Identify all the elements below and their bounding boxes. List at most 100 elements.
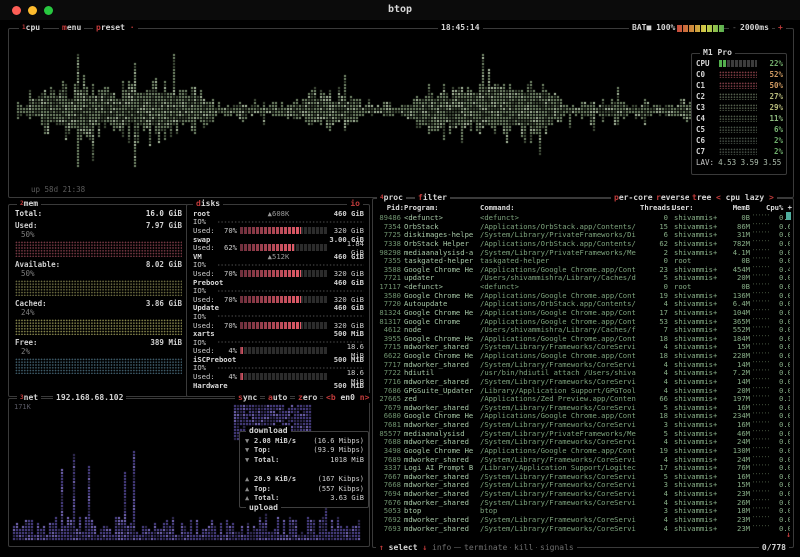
process-row[interactable]: 3955 Google Chrome He /Applications/Goog…	[376, 335, 790, 344]
process-row[interactable]: 98298 mediaanalysisd-a /System/Library/P…	[376, 249, 790, 258]
proc-cpu-mini-graph	[752, 352, 770, 361]
proc-pid: 89486	[376, 214, 404, 223]
net-box-tab[interactable]: 3net	[17, 393, 41, 403]
disk-io-graph	[217, 263, 364, 267]
process-row[interactable]: 7354 OrbStack /Applications/OrbStack.app…	[376, 223, 790, 232]
proc-box-tab[interactable]: 4proc	[377, 193, 406, 203]
proc-program: Logi AI Prompt B	[404, 464, 480, 473]
proc-cpu-mini-graph	[752, 395, 770, 404]
process-row[interactable]: 7717 mdworker_shared /System/Library/Fra…	[376, 361, 790, 370]
process-row[interactable]: 5053 btop btop 3 shivammis+ 18M 0.0	[376, 507, 790, 516]
col-command[interactable]: Command:	[480, 203, 640, 212]
col-program[interactable]: Program:	[404, 203, 480, 212]
proc-mem: 26M	[720, 499, 750, 508]
proc-pid: 81324	[376, 309, 404, 318]
menu-button[interactable]: menu	[59, 23, 84, 33]
col-cpu[interactable]: Cpu% +	[750, 203, 792, 212]
proc-pid: 7720	[376, 300, 404, 309]
process-row[interactable]: 7679 mdworker_shared /System/Library/Fra…	[376, 404, 790, 413]
process-row[interactable]: 7722 hdiutil /usr/bin/hdiutil attach /Us…	[376, 369, 790, 378]
disk-io-line: IO%	[193, 312, 364, 321]
proc-cpu: 0.0	[772, 361, 790, 370]
process-row[interactable]: 3498 Google Chrome He /Applications/Goog…	[376, 447, 790, 456]
preset-button[interactable]: preset ·	[93, 23, 138, 33]
disk-entry: VM ▲512K 460 GiB IO% Used: 70% 320	[193, 252, 364, 278]
process-row[interactable]: 7721 updater /Users/shivammishra/Library…	[376, 274, 790, 283]
proc-program: mdworker_shared	[404, 490, 480, 499]
core-label: C4	[696, 114, 716, 123]
process-row[interactable]: 7686 GPGSuite_Updater /Library/Applicati…	[376, 387, 790, 396]
process-row[interactable]: 7668 mdworker_shared /System/Library/Fra…	[376, 481, 790, 490]
col-threads[interactable]: Threads:	[640, 203, 672, 212]
process-row[interactable]: 7681 mdworker_shared /System/Library/Fra…	[376, 421, 790, 430]
col-mem[interactable]: MemB	[720, 203, 750, 212]
proc-mem: 454M	[720, 266, 750, 275]
scroll-down-icon[interactable]: ↓	[786, 530, 791, 539]
process-row[interactable]: 3337 Logi AI Prompt B /Library/Applicati…	[376, 464, 790, 473]
process-row[interactable]: 7688 mdworker_shared /System/Library/Fra…	[376, 438, 790, 447]
cpu-usage-graph	[15, 51, 695, 169]
process-row[interactable]: 7694 mdworker_shared /System/Library/Fra…	[376, 490, 790, 499]
process-row[interactable]: 7725 diskimages-helpe /System/Library/Pr…	[376, 231, 790, 240]
process-row[interactable]: 85577 mediaanalysisd /System/Library/Pri…	[376, 430, 790, 439]
proc-cpu: 0.0	[772, 430, 790, 439]
process-row[interactable]: 4612 node /Users/shivammishra/Library/Ca…	[376, 326, 790, 335]
reverse-toggle[interactable]: reverse	[653, 193, 693, 203]
disk-entry: Update 460 GiB IO% Used: 70% 320	[193, 304, 364, 330]
process-row[interactable]: 3580 Google Chrome He /Applications/Goog…	[376, 292, 790, 301]
process-row[interactable]: 7715 mdworker_shared /System/Library/Fra…	[376, 343, 790, 352]
disks-io-toggle[interactable]: io	[347, 199, 363, 209]
process-row[interactable]: 7676 mdworker_shared /System/Library/Fra…	[376, 499, 790, 508]
col-user[interactable]: User:	[672, 203, 720, 212]
process-row[interactable]: 7338 OrbStack Helper /Applications/OrbSt…	[376, 240, 790, 249]
cpu-box-tab[interactable]: 1cpu	[19, 23, 43, 33]
select-control[interactable]: ↑ select ↓	[376, 543, 430, 553]
net-zero-toggle[interactable]: zero	[295, 393, 320, 403]
disk-activity: ▲512K	[250, 252, 307, 261]
proc-threads: 4	[640, 369, 672, 378]
proc-threads: 4	[640, 387, 672, 396]
process-row[interactable]: 7689 mdworker_shared /System/Library/Fra…	[376, 456, 790, 465]
terminate-button[interactable]: terminate	[461, 543, 510, 553]
process-row[interactable]: 7720 Autoupdate /Applications/OrbStack.a…	[376, 300, 790, 309]
disks-box-tab[interactable]: disks	[193, 199, 223, 209]
filter-button[interactable]: filter	[415, 193, 450, 203]
net-interface-switcher[interactable]: <b en0 n>	[323, 393, 372, 403]
proc-command: /System/Library/Frameworks/CoreServi	[480, 378, 640, 387]
info-button[interactable]: info	[429, 543, 454, 553]
tree-toggle[interactable]: tree	[689, 193, 714, 203]
process-row[interactable]: 7355 taskgated-helper taskgated-helper 0…	[376, 257, 790, 266]
net-sync-toggle[interactable]: sync	[235, 393, 260, 403]
proc-threads: 18	[640, 335, 672, 344]
proc-pid: 4612	[376, 326, 404, 335]
proc-program: btop	[404, 507, 480, 516]
proc-threads: 15	[640, 223, 672, 232]
process-row[interactable]: 6680 Google Chrome He /Applications/Goog…	[376, 412, 790, 421]
proc-cpu: 0.0	[772, 387, 790, 396]
process-row[interactable]: 7716 mdworker_shared /System/Library/Fra…	[376, 378, 790, 387]
process-row[interactable]: 81317 Google Chrome /Applications/Google…	[376, 318, 790, 327]
signals-button[interactable]: signals	[537, 543, 577, 553]
disk-io-graph	[217, 289, 364, 293]
process-row[interactable]: 7667 mdworker_shared /System/Library/Fra…	[376, 473, 790, 482]
process-row[interactable]: 7693 mdworker_shared /System/Library/Fra…	[376, 525, 790, 534]
per-core-toggle[interactable]: per-core	[611, 193, 656, 203]
process-row[interactable]: 6622 Google Chrome He /Applications/Goog…	[376, 352, 790, 361]
process-row[interactable]: 81324 Google Chrome He /Applications/Goo…	[376, 309, 790, 318]
process-row[interactable]: 17117 <defunct> <defunct> 0 root 0B 0.0	[376, 283, 790, 292]
scrollbar-thumb[interactable]	[786, 212, 791, 220]
proc-cpu-mini-graph	[752, 369, 770, 378]
process-row[interactable]: 3588 Google Chrome He /Applications/Goog…	[376, 266, 790, 275]
interval-plus-button[interactable]: +	[775, 23, 786, 33]
disk-used-line: Used: 70% 320 GiB	[193, 269, 364, 278]
sort-column-switcher[interactable]: < cpu lazy >	[713, 193, 777, 203]
memory-box: 2mem Total: 16.0 GiB Used: 7.97 GiB 5	[8, 204, 188, 397]
mem-box-tab[interactable]: 2mem	[17, 199, 41, 209]
net-auto-toggle[interactable]: auto	[265, 393, 290, 403]
proc-cpu: 0.6	[772, 223, 790, 232]
kill-button[interactable]: kill	[511, 543, 536, 553]
process-row[interactable]: 7692 mdworker_shared /System/Library/Fra…	[376, 516, 790, 525]
process-row[interactable]: 89486 <defunct> <defunct> 0 shivammis+ 0…	[376, 214, 790, 223]
process-row[interactable]: 27665 zed /Applications/Zed Preview.app/…	[376, 395, 790, 404]
col-pid[interactable]: Pid:	[376, 203, 404, 212]
